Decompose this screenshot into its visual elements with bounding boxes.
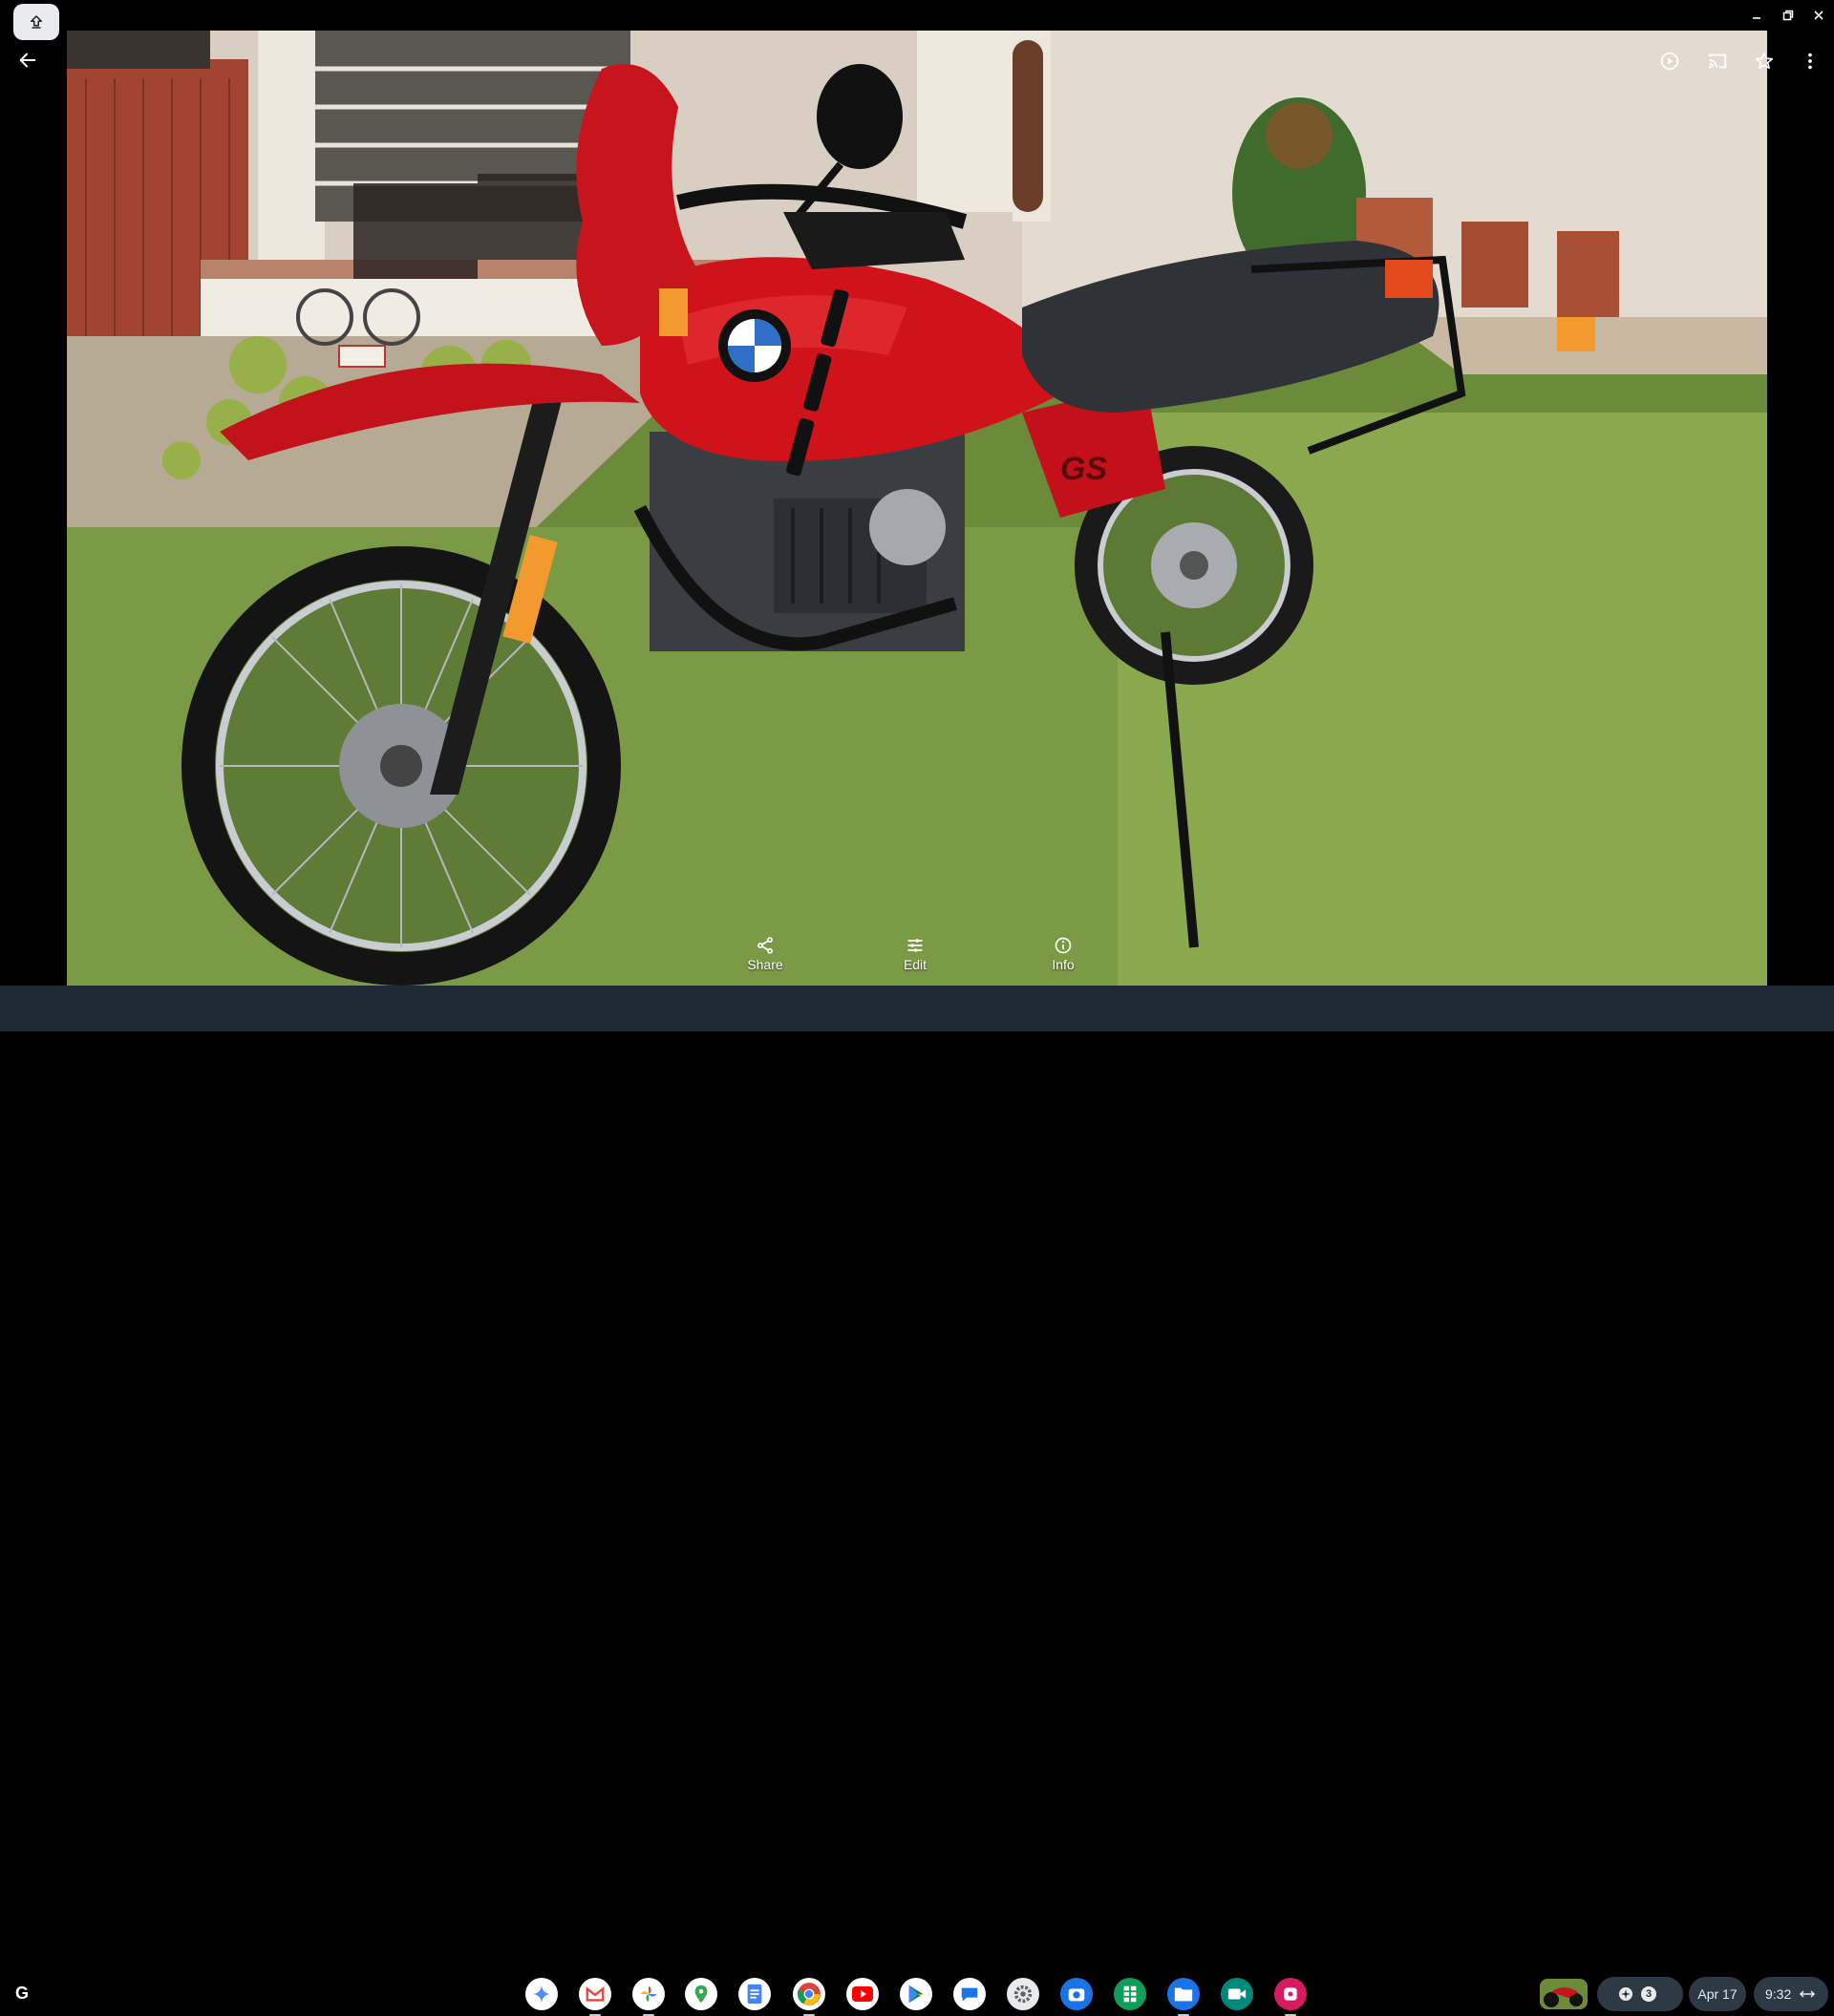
app-messages[interactable] [953, 1978, 986, 2010]
app-files[interactable] [1167, 1978, 1200, 2016]
photo-viewer-window: GS Share Edit Info [0, 0, 1834, 986]
gmail-icon [586, 1986, 605, 2002]
maps-pin-icon [694, 1984, 708, 2004]
photo-motorcycle: GS [67, 31, 1767, 986]
close-icon [1814, 11, 1823, 20]
share-button[interactable]: Share [727, 936, 803, 972]
motorcycle-thumbnail-icon [1544, 1987, 1583, 2007]
youtube-icon [852, 1986, 873, 2002]
edit-label: Edit [903, 957, 928, 972]
upload-icon [31, 15, 42, 29]
camera-icon [1068, 1988, 1085, 2002]
app-assistant[interactable] [1274, 1978, 1307, 2016]
date-label: Apr 17 [1697, 1986, 1738, 2002]
app-maps[interactable] [685, 1978, 717, 2010]
app-youtube[interactable] [846, 1978, 879, 2010]
app-meet[interactable] [1221, 1978, 1253, 2010]
keyboard-switch-icon [1800, 1990, 1816, 1998]
back-arrow-icon [19, 53, 36, 68]
time-label: 9:32 [1765, 1986, 1792, 2002]
date-pod[interactable]: Apr 17 [1689, 1977, 1746, 2011]
more-icon [1808, 53, 1812, 70]
notification-count-badge: 3 [1641, 1986, 1656, 2002]
cast-icon [1708, 53, 1727, 69]
app-chrome[interactable] [793, 1978, 825, 2016]
status-area[interactable]: 9:32 [1754, 1977, 1828, 2011]
edit-button[interactable]: Edit [877, 936, 953, 972]
minimize-button[interactable] [1747, 6, 1766, 25]
more-options-button[interactable] [1795, 46, 1825, 76]
slideshow-icon [1660, 52, 1679, 71]
notification-pod[interactable]: 3 [1597, 1977, 1683, 2011]
app-play-store[interactable] [900, 1978, 932, 2010]
pin-button[interactable] [13, 4, 59, 40]
app-docs[interactable] [738, 1978, 771, 2010]
svg-text:GS: GS [1060, 451, 1107, 487]
app-gmail[interactable] [579, 1978, 611, 2016]
messages-icon [961, 1987, 978, 2002]
launcher-button[interactable]: G [8, 1979, 36, 2007]
assistant-dot-icon [1618, 1986, 1633, 2002]
app-camera[interactable] [1060, 1978, 1093, 2010]
meet-video-icon [1227, 1988, 1247, 2000]
launcher-g-icon: G [14, 1983, 29, 2003]
edit-sliders-icon [907, 939, 923, 952]
minimize-icon [1753, 17, 1760, 19]
star-icon [1755, 52, 1774, 70]
restore-button[interactable] [1779, 6, 1798, 25]
slideshow-button[interactable] [1654, 46, 1685, 76]
title-bar [0, 0, 1834, 40]
info-button[interactable]: Info [1025, 936, 1101, 972]
cast-button[interactable] [1702, 46, 1733, 76]
holding-space-thumbnail[interactable] [1540, 1979, 1588, 2009]
info-icon [1055, 937, 1072, 954]
share-label: Share [747, 957, 783, 972]
info-label: Info [1052, 957, 1075, 972]
play-store-icon [908, 1984, 924, 2004]
app-gemini[interactable] [525, 1978, 558, 2010]
shelf: G 3 Apr 17 9:32 [0, 986, 1834, 2016]
settings-gear-icon [1013, 1984, 1033, 2004]
assistant-icon [1284, 1987, 1297, 2001]
app-sheets[interactable] [1114, 1978, 1146, 2010]
app-settings[interactable] [1007, 1978, 1039, 2010]
files-folder-icon [1174, 1987, 1193, 2002]
restore-icon [1782, 10, 1794, 21]
share-icon [757, 937, 773, 954]
back-button[interactable] [13, 46, 42, 74]
docs-icon [747, 1984, 762, 2005]
gemini-icon [532, 1984, 551, 2004]
favorite-button[interactable] [1749, 46, 1780, 76]
close-button[interactable] [1809, 6, 1828, 25]
sheets-icon [1123, 1985, 1137, 2003]
app-photos[interactable] [632, 1978, 665, 2016]
photos-pinwheel-icon [640, 1985, 657, 2003]
chrome-icon [797, 1983, 821, 2005]
photo-image: GS [67, 31, 1767, 986]
